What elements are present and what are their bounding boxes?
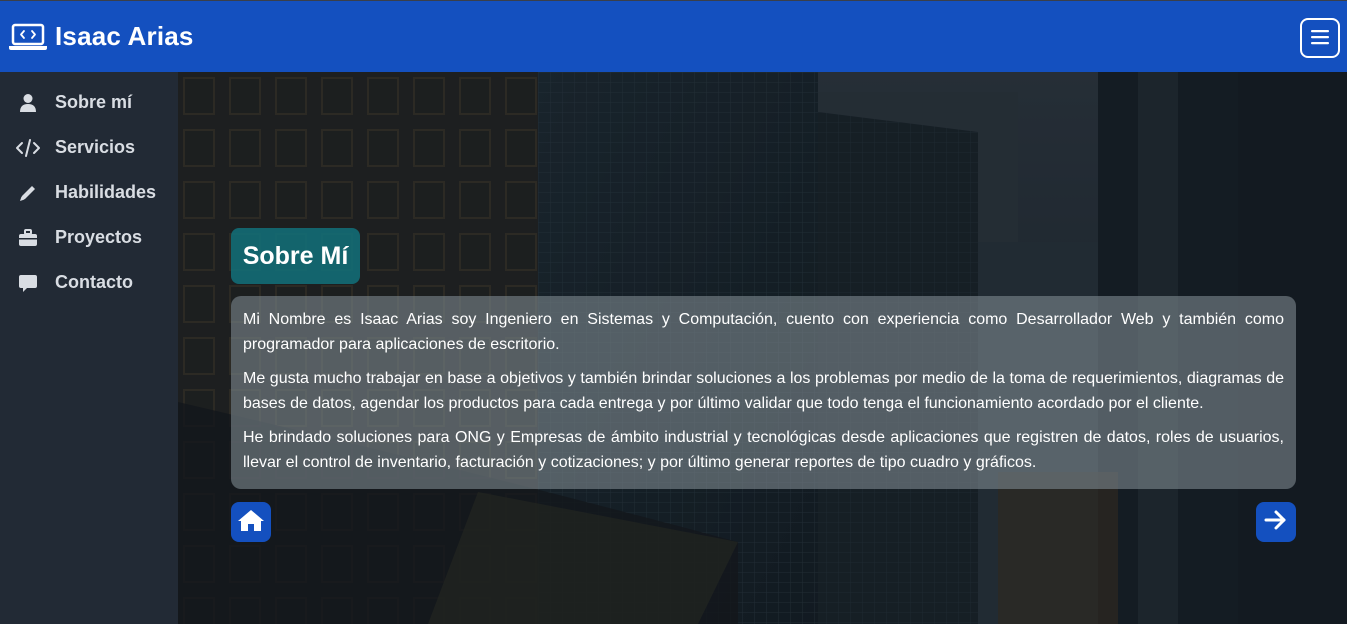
sidebar-item-label: Proyectos	[55, 227, 143, 247]
sidebar-item-label: Servicios	[55, 137, 136, 157]
sidebar-item-label: Habilidades	[55, 182, 157, 202]
sidebar-item-sobre-mi[interactable]: Sobre mí	[0, 80, 178, 125]
hamburger-menu-button[interactable]	[1300, 18, 1340, 58]
comment-icon	[14, 272, 42, 294]
about-paragraph: Mi Nombre es Isaac Arias soy Ingeniero e…	[243, 311, 1284, 353]
sidebar-item-contacto[interactable]: Contacto	[0, 260, 178, 305]
home-icon	[237, 508, 265, 537]
section-title: Sobre Mí	[231, 228, 360, 284]
user-icon	[14, 92, 42, 114]
sidebar-item-servicios[interactable]: Servicios	[0, 125, 178, 170]
sidebar-item-label: Sobre mí	[55, 92, 133, 112]
hamburger-menu-icon	[1309, 28, 1331, 49]
brand-title: Isaac Arias	[55, 21, 194, 51]
about-paragraph: Me gusta mucho trabajar en base a objeti…	[243, 370, 1284, 412]
next-button[interactable]	[1256, 502, 1296, 542]
about-paragraph: He brindado soluciones para ONG y Empres…	[243, 429, 1284, 471]
pencil-icon	[14, 182, 42, 204]
about-card: Mi Nombre es Isaac Arias soy Ingeniero e…	[231, 296, 1296, 489]
sidebar: Sobre mí Servicios Habilidades Proyectos…	[0, 72, 178, 624]
code-icon	[14, 137, 42, 159]
sidebar-item-habilidades[interactable]: Habilidades	[0, 170, 178, 215]
top-navbar: Isaac Arias	[0, 0, 1347, 72]
briefcase-icon	[14, 227, 42, 249]
sidebar-item-proyectos[interactable]: Proyectos	[0, 215, 178, 260]
laptop-code-icon	[8, 22, 48, 52]
home-button[interactable]	[231, 502, 271, 542]
sidebar-item-label: Contacto	[55, 272, 133, 292]
arrow-right-icon	[1264, 509, 1288, 536]
brand[interactable]: Isaac Arias	[8, 21, 194, 52]
